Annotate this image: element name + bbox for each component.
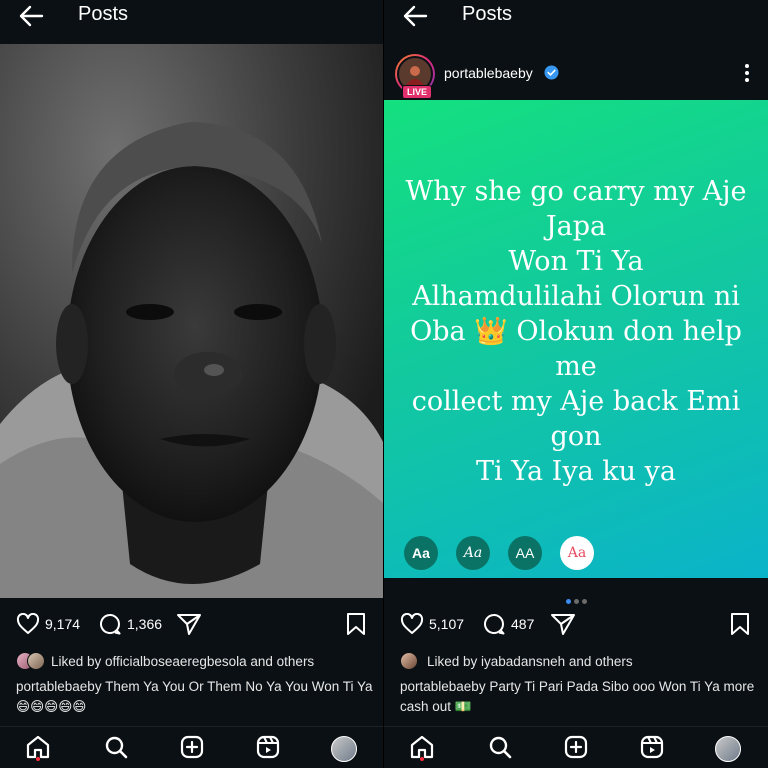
carousel-dot: [581, 599, 587, 604]
create-button[interactable]: [562, 735, 590, 763]
comment-icon: [482, 612, 506, 636]
home-button[interactable]: [408, 735, 436, 763]
share-button[interactable]: [176, 610, 202, 638]
story-line: Japa: [545, 211, 607, 242]
bottom-nav: [384, 726, 768, 768]
notification-dot: [36, 757, 40, 761]
left-screen: Posts 9,174 1,366 Liked by officialbosea…: [0, 0, 384, 768]
font-option-selected[interactable]: Aa: [560, 536, 594, 570]
home-button[interactable]: [24, 735, 52, 763]
liked-by-row[interactable]: Liked by officialboseaeregbesola and oth…: [16, 650, 378, 672]
profile-button[interactable]: [714, 735, 742, 763]
liker-avatar: [27, 652, 45, 670]
reels-button[interactable]: [254, 735, 282, 763]
story-line: Alhamdulilahi Olorun ni: [412, 281, 740, 312]
verified-icon: [544, 65, 559, 80]
page-title: Posts: [462, 3, 513, 25]
carousel-indicator: [384, 591, 768, 604]
save-button[interactable]: [730, 612, 750, 641]
font-option-caps[interactable]: AA: [508, 536, 542, 570]
video-frame-image: [0, 44, 384, 598]
reels-button[interactable]: [638, 735, 666, 763]
story-line: Ti Ya Iya ku ya: [476, 456, 676, 487]
save-button[interactable]: [346, 612, 366, 641]
more-icon[interactable]: [744, 62, 750, 84]
share-icon: [550, 612, 576, 636]
comment-button[interactable]: 1,366: [98, 610, 162, 638]
back-arrow-icon[interactable]: [402, 4, 428, 28]
post-actions: 9,174 1,366: [0, 610, 384, 640]
liked-by-row[interactable]: Liked by iyabadansneh and others: [400, 650, 762, 672]
create-button[interactable]: [178, 735, 206, 763]
font-option-serif[interactable]: Aa: [456, 536, 490, 570]
post-header: LIVE portablebaeby: [384, 52, 768, 99]
share-button[interactable]: [550, 610, 576, 638]
post-video[interactable]: [0, 44, 384, 598]
bookmark-icon: [346, 613, 366, 640]
story-line: Won Ti Ya: [508, 246, 644, 277]
post-actions: 5,107 487: [384, 610, 768, 640]
page-title: Posts: [78, 3, 129, 25]
right-screen: Posts LIVE portablebaeby Why she go carr…: [384, 0, 768, 768]
create-icon: [564, 735, 588, 764]
comment-count: 487: [511, 616, 535, 632]
liker-avatar: [400, 652, 418, 670]
story-text: Why she go carry my Aje Japa Won Ti Ya A…: [384, 174, 768, 489]
like-button[interactable]: 5,107: [400, 610, 464, 638]
notification-dot: [420, 757, 424, 761]
post-caption: portablebaeby Them Ya You Or Them No Ya …: [16, 679, 373, 714]
comment-count: 1,366: [127, 616, 163, 632]
like-count: 9,174: [45, 616, 81, 632]
comment-icon: [98, 612, 122, 636]
live-badge: LIVE: [402, 85, 433, 99]
bookmark-icon: [730, 613, 750, 640]
post-text-image[interactable]: Why she go carry my Aje Japa Won Ti Ya A…: [384, 100, 768, 578]
top-bar: Posts: [0, 0, 384, 44]
search-button[interactable]: [102, 735, 130, 763]
search-icon: [104, 735, 128, 764]
profile-button[interactable]: [330, 735, 358, 763]
bottom-nav: [0, 726, 384, 768]
heart-icon: [16, 613, 40, 635]
story-line: Why she go carry my Aje: [405, 176, 747, 207]
back-arrow-icon[interactable]: [18, 4, 44, 28]
reels-icon: [640, 735, 664, 764]
post-username[interactable]: portablebaeby: [444, 65, 533, 81]
story-line: collect my Aje back Emi gon: [411, 386, 741, 452]
liked-by-text: Liked by iyabadansneh and others: [427, 653, 633, 669]
share-icon: [176, 612, 202, 636]
like-count: 5,107: [429, 616, 465, 632]
post-caption: portablebaeby Party Ti Pari Pada Sibo oo…: [400, 679, 755, 714]
avatar: [331, 736, 357, 762]
font-option-sans[interactable]: Aa: [404, 536, 438, 570]
search-button[interactable]: [486, 735, 514, 763]
story-line: Oba 👑 Olokun don help me: [410, 316, 742, 382]
avatar: [715, 736, 741, 762]
top-bar: Posts: [384, 0, 768, 44]
create-icon: [180, 735, 204, 764]
carousel-dot-active: [565, 599, 571, 604]
carousel-dot: [573, 599, 579, 604]
heart-icon: [400, 613, 424, 635]
reels-icon: [256, 735, 280, 764]
like-button[interactable]: 9,174: [16, 610, 80, 638]
comment-button[interactable]: 487: [482, 610, 534, 638]
liked-by-text: Liked by officialboseaeregbesola and oth…: [51, 653, 315, 669]
search-icon: [488, 735, 512, 764]
